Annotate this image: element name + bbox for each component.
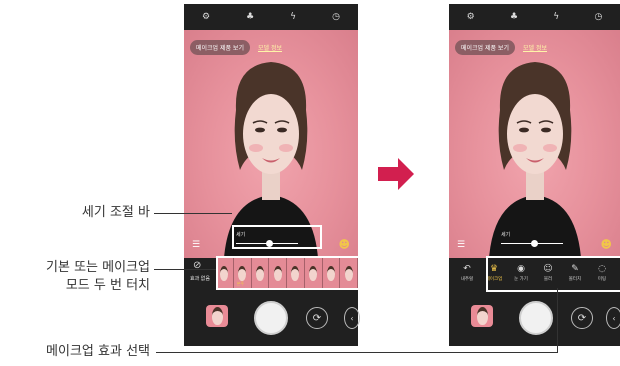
makeup-face-icon[interactable]: ☻	[601, 238, 612, 251]
settings-icon[interactable]: ⚙	[202, 12, 210, 22]
switch-camera-icon[interactable]: ⟳	[571, 307, 593, 329]
timer-icon[interactable]: ◷	[594, 12, 602, 22]
filter-icon[interactable]: ♣	[246, 12, 254, 22]
annotation-line-select-v	[557, 288, 558, 353]
makeup-face-icon[interactable]: ☻	[339, 238, 350, 251]
expand-menu-icon[interactable]: ‹	[344, 307, 360, 329]
intensity-slider-thumb[interactable]	[531, 240, 539, 247]
shutter-button[interactable]	[254, 301, 288, 335]
model-info-link[interactable]: 모델 정보	[258, 43, 282, 52]
switch-camera-icon[interactable]: ⟳	[306, 307, 328, 329]
right-arrow-icon	[378, 158, 414, 190]
annotation-line-slider	[154, 213, 232, 214]
expand-menu-icon[interactable]: ‹	[606, 307, 620, 329]
gallery-thumbnail[interactable]	[471, 305, 493, 327]
shutter-button[interactable]	[519, 301, 553, 335]
portrait-photo	[489, 62, 581, 258]
annotation-double-tap-line1: 기본 또는 메이크업	[46, 260, 150, 275]
annotation-double-tap-line2: 모드 두 번 터치	[65, 278, 150, 293]
timer-icon[interactable]: ◷	[332, 12, 340, 22]
makeup-mode-0[interactable]: ↶ 내추럴	[455, 258, 479, 288]
gallery-thumbnail[interactable]	[206, 305, 228, 327]
flash-off-icon[interactable]: ϟ	[290, 12, 296, 22]
thumbnail-rail-highlight-box	[216, 256, 362, 290]
model-info-link[interactable]: 모델 정보	[523, 43, 547, 52]
top-toolbar: ⚙ ♣ ϟ ◷	[449, 4, 620, 30]
annotation-line-thumbnails	[154, 269, 216, 270]
annotation-line-select-h	[156, 352, 558, 353]
camera-preview: 메이크업 제품 보기 모델 정보 세기 ☰ ☻	[184, 30, 358, 258]
annotation-intensity-bar: 세기 조절 바	[81, 205, 150, 220]
menu-lines-icon[interactable]: ☰	[192, 240, 200, 250]
top-toolbar: ⚙ ♣ ϟ ◷	[184, 4, 358, 30]
view-makeup-products-button[interactable]: 메이크업 제품 보기	[190, 40, 250, 55]
intensity-slider[interactable]	[501, 240, 563, 248]
flash-off-icon[interactable]: ϟ	[553, 12, 559, 22]
slider-highlight-box	[232, 225, 322, 249]
annotation-select-effect: 메이크업 효과 선택	[46, 344, 150, 359]
view-makeup-products-button[interactable]: 메이크업 제품 보기	[455, 40, 515, 55]
intensity-label: 세기	[501, 232, 511, 238]
filter-icon[interactable]: ♣	[510, 12, 518, 22]
makeup-mode-icon: ↶	[463, 264, 471, 274]
right-phone-screen: ⚙ ♣ ϟ ◷ 메이크업 제품 보기 모델 정보 세기 ☰ ☻ ↶ 내추럴 ♛ 메이크…	[449, 4, 620, 346]
no-effect-label: 효과 없음	[190, 276, 210, 282]
portrait-photo	[224, 62, 318, 258]
camera-preview: 메이크업 제품 보기 모델 정보 세기 ☰ ☻	[449, 30, 620, 258]
makeup-effect-highlight-box	[486, 256, 620, 292]
menu-lines-icon[interactable]: ☰	[457, 240, 465, 250]
left-phone-screen: ⚙ ♣ ϟ ◷ 메이크업 제품 보기 모델 정보 세기 ☰ ☻ ⊘ 효과 없음 …	[184, 4, 360, 346]
settings-icon[interactable]: ⚙	[467, 12, 475, 22]
makeup-mode-label: 내추럴	[460, 277, 474, 282]
